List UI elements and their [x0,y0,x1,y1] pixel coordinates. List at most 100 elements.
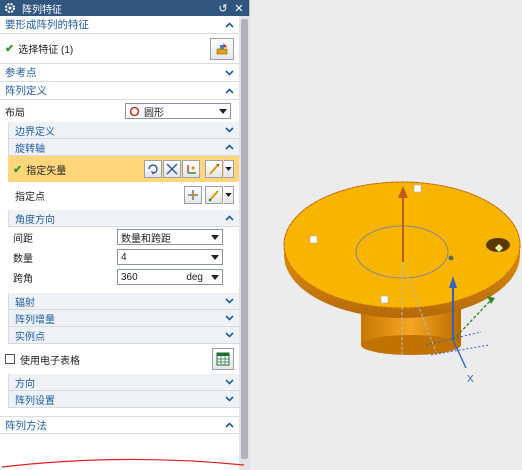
subsection-label: 旋转轴 [15,143,45,155]
inferred-vector-icon [209,164,219,175]
specify-vector-label: 指定矢量 [26,165,67,177]
specified-point [448,255,454,261]
chevron-down-icon[interactable] [224,394,234,404]
subsection-radial[interactable]: 辐射 [8,293,239,310]
subsection-label: 辐射 [15,297,35,309]
subsection-label: 阵列设置 [15,395,55,407]
spreadsheet-checkbox[interactable] [5,354,15,364]
specify-point-row[interactable]: 指定点 [8,182,239,208]
spreadsheet-row[interactable]: 使用电子表格 [0,344,239,374]
vector-dialog-button[interactable] [163,160,181,178]
reverse-direction-button[interactable] [144,160,162,178]
dropdown-arrow-icon [211,234,219,240]
subsection-label: 实例点 [15,331,45,343]
subsection-boundary[interactable]: 边界定义 [8,122,239,139]
count-row: 数量 4 [8,247,239,267]
reset-icon[interactable]: ↺ [217,2,229,15]
csys-icon [187,165,196,174]
chevron-up-icon[interactable] [224,142,234,152]
layout-dropdown[interactable]: 圆形 [125,103,231,119]
subsection-angle-direction[interactable]: 角度方向 [8,210,239,227]
spreadsheet-icon [216,352,230,366]
chevron-up-icon[interactable] [224,86,234,96]
point-icon [188,190,198,200]
layout-value: 圆形 [144,107,164,119]
subsection-array-settings[interactable]: 阵列设置 [8,391,239,408]
chevron-down-icon[interactable] [224,296,234,306]
section-label: 阵列定义 [5,85,47,97]
chevron-down-icon[interactable] [224,68,234,78]
check-icon: ✔ [13,163,23,176]
dropdown-arrow-icon [219,108,227,114]
spacing-value: 数量和跨距 [121,233,171,245]
csys-vector-button[interactable] [182,160,200,178]
chevron-up-icon[interactable] [224,420,234,430]
vector-type-dropdown[interactable] [224,160,234,178]
chevron-up-icon[interactable] [224,20,234,30]
dialog-content: 要形成阵列的特征 ✔ 选择特征 (1) 参考点 阵列定义 布局 圆形 边界定义 … [0,16,239,470]
dropdown-arrow-icon [225,193,232,197]
spreadsheet-button[interactable] [212,348,234,370]
layout-row: 布局 圆形 [0,100,239,122]
pattern-feature-dialog: 阵列特征 ↺ ✕ 要形成阵列的特征 ✔ 选择特征 (1) 参考点 阵列定义 布局 [0,0,250,470]
specify-vector-row[interactable]: ✔ 指定矢量 [8,156,239,182]
select-feature-row[interactable]: ✔ 选择特征 (1) [0,34,239,64]
inferred-vector-button[interactable] [205,160,223,178]
subsection-label: 方向 [15,378,35,390]
span-angle-value: 360 [121,271,138,283]
dropdown-arrow-icon [211,274,219,280]
dialog-title-bar: 阵列特征 ↺ ✕ [0,0,249,16]
spacing-dropdown[interactable]: 数量和跨距 [117,229,223,245]
point-type-dropdown[interactable] [224,186,234,204]
section-label: 参考点 [5,67,37,79]
dropdown-arrow-icon [225,167,232,171]
subsection-instance-points[interactable]: 实例点 [8,327,239,344]
select-feature-label: 选择特征 (1) [18,45,74,56]
feature-select-icon [216,42,228,54]
section-label: 阵列方法 [5,419,47,432]
specify-point-label: 指定点 [15,191,45,203]
gear-icon [5,3,15,13]
chevron-up-icon[interactable] [224,213,234,223]
dialog-scrollbar[interactable] [239,16,250,470]
chevron-down-icon[interactable] [224,313,234,323]
span-angle-row: 跨角 360 deg [8,267,239,287]
circle-layout-icon [129,106,140,116]
vector-axes-icon [166,163,178,175]
span-angle-input[interactable]: 360 deg [117,269,223,285]
count-value: 4 [121,251,127,263]
select-feature-button[interactable] [210,37,234,60]
span-angle-unit: deg [186,271,203,283]
section-reference-point[interactable]: 参考点 [0,64,239,82]
span-angle-label: 跨角 [13,273,33,285]
count-input[interactable]: 4 [117,249,223,265]
dialog-title: 阵列特征 [22,4,62,16]
x-axis-label: X [467,374,474,385]
chevron-down-icon[interactable] [224,330,234,340]
pattern-hole [486,238,510,252]
model-view: X [283,181,521,385]
graphics-viewport[interactable]: X [251,0,522,470]
reverse-direction-icon [148,164,158,175]
close-icon[interactable]: ✕ [233,2,245,15]
spacing-row: 间距 数量和跨距 [8,227,239,247]
pencil-icon [208,190,219,202]
scrollbar-thumb[interactable] [241,19,248,459]
subsection-label: 角度方向 [15,214,55,226]
section-label: 要形成阵列的特征 [5,19,89,31]
subsection-increment[interactable]: 阵列增量 [8,310,239,327]
subsection-rotation-axis[interactable]: 旋转轴 [8,139,239,156]
inferred-point-button[interactable] [205,186,223,204]
chevron-down-icon[interactable] [224,125,234,135]
subsection-direction[interactable]: 方向 [8,374,239,391]
point-dialog-button[interactable] [184,186,202,204]
subsection-label: 阵列增量 [15,314,55,326]
chevron-down-icon[interactable] [224,377,234,387]
section-array-definition[interactable]: 阵列定义 [0,82,239,100]
dropdown-arrow-icon [211,254,219,260]
section-pattern-method[interactable]: 阵列方法 [0,416,239,434]
subsection-label: 边界定义 [15,126,55,138]
section-features-to-pattern[interactable]: 要形成阵列的特征 [0,16,239,34]
layout-label: 布局 [5,107,25,119]
spacing-label: 间距 [13,233,33,245]
